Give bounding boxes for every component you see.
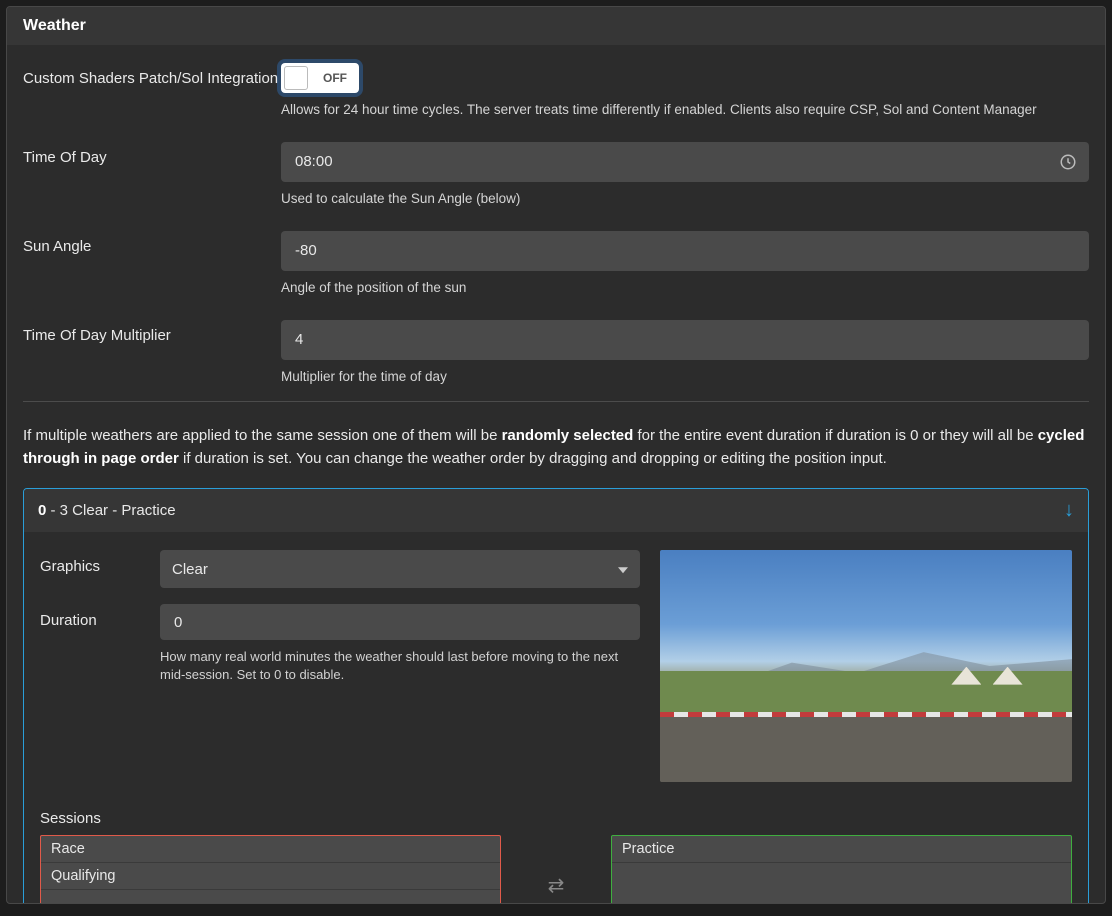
- time-of-day-label: Time Of Day: [23, 142, 281, 168]
- weather-panel: Weather Custom Shaders Patch/Sol Integra…: [6, 6, 1106, 904]
- toggle-knob-icon: [284, 66, 308, 90]
- time-of-day-input[interactable]: [295, 153, 1075, 170]
- time-of-day-row: Time Of Day Used to calculate the Sun An…: [23, 142, 1089, 209]
- graphics-row: Graphics Clear: [40, 550, 640, 588]
- sun-angle-label: Sun Angle: [23, 231, 281, 257]
- tod-mult-input-wrap: [281, 320, 1089, 360]
- weather-card: 0 - 3 Clear - Practice ↓ Graphics Clear: [23, 488, 1089, 904]
- duration-label: Duration: [40, 604, 160, 629]
- csp-row: Custom Shaders Patch/Sol Integration OFF…: [23, 63, 1089, 120]
- tod-mult-row: Time Of Day Multiplier Multiplier for th…: [23, 320, 1089, 387]
- sessions-label: Sessions: [40, 810, 1072, 827]
- session-item-qualifying[interactable]: Qualifying: [41, 863, 500, 890]
- arrow-down-icon[interactable]: ↓: [1064, 499, 1074, 522]
- tod-mult-label: Time Of Day Multiplier: [23, 320, 281, 346]
- swap-icon: ⇄: [501, 873, 611, 898]
- graphics-select[interactable]: Clear: [160, 550, 640, 588]
- sun-angle-help: Angle of the position of the sun: [281, 279, 1089, 298]
- tod-mult-help: Multiplier for the time of day: [281, 368, 1089, 387]
- duration-input-wrap: [160, 604, 640, 640]
- duration-help: How many real world minutes the weather …: [160, 648, 640, 684]
- duration-input[interactable]: [174, 614, 626, 631]
- toggle-state-text: OFF: [323, 71, 347, 85]
- duration-row: Duration How many real world minutes the…: [40, 604, 640, 684]
- sessions-assigned-box[interactable]: Practice: [611, 835, 1072, 904]
- panel-title: Weather: [7, 7, 1105, 45]
- weather-card-title: 0 - 3 Clear - Practice: [38, 502, 176, 519]
- panel-body: Custom Shaders Patch/Sol Integration OFF…: [7, 45, 1105, 904]
- sessions-unassigned-box[interactable]: Race Qualifying: [40, 835, 501, 904]
- divider: [23, 401, 1089, 402]
- session-item-practice[interactable]: Practice: [612, 836, 1071, 863]
- sessions-wrap: Race Qualifying ⇄ Practice: [40, 835, 1072, 904]
- csp-label: Custom Shaders Patch/Sol Integration: [23, 63, 281, 89]
- time-of-day-input-wrap: [281, 142, 1089, 182]
- weather-explanation: If multiple weathers are applied to the …: [23, 424, 1089, 471]
- csp-help: Allows for 24 hour time cycles. The serv…: [281, 101, 1089, 120]
- graphics-label: Graphics: [40, 550, 160, 575]
- time-of-day-help: Used to calculate the Sun Angle (below): [281, 190, 1089, 209]
- weather-preview-image: [660, 550, 1072, 782]
- sun-angle-input-wrap: [281, 231, 1089, 271]
- sun-angle-input[interactable]: [295, 242, 1075, 259]
- csp-toggle[interactable]: OFF: [281, 63, 359, 93]
- graphics-value: Clear: [172, 561, 208, 578]
- tod-mult-input[interactable]: [295, 331, 1075, 348]
- clock-icon[interactable]: [1059, 153, 1077, 171]
- session-item-race[interactable]: Race: [41, 836, 500, 863]
- weather-card-header[interactable]: 0 - 3 Clear - Practice ↓: [24, 489, 1088, 532]
- sun-angle-row: Sun Angle Angle of the position of the s…: [23, 231, 1089, 298]
